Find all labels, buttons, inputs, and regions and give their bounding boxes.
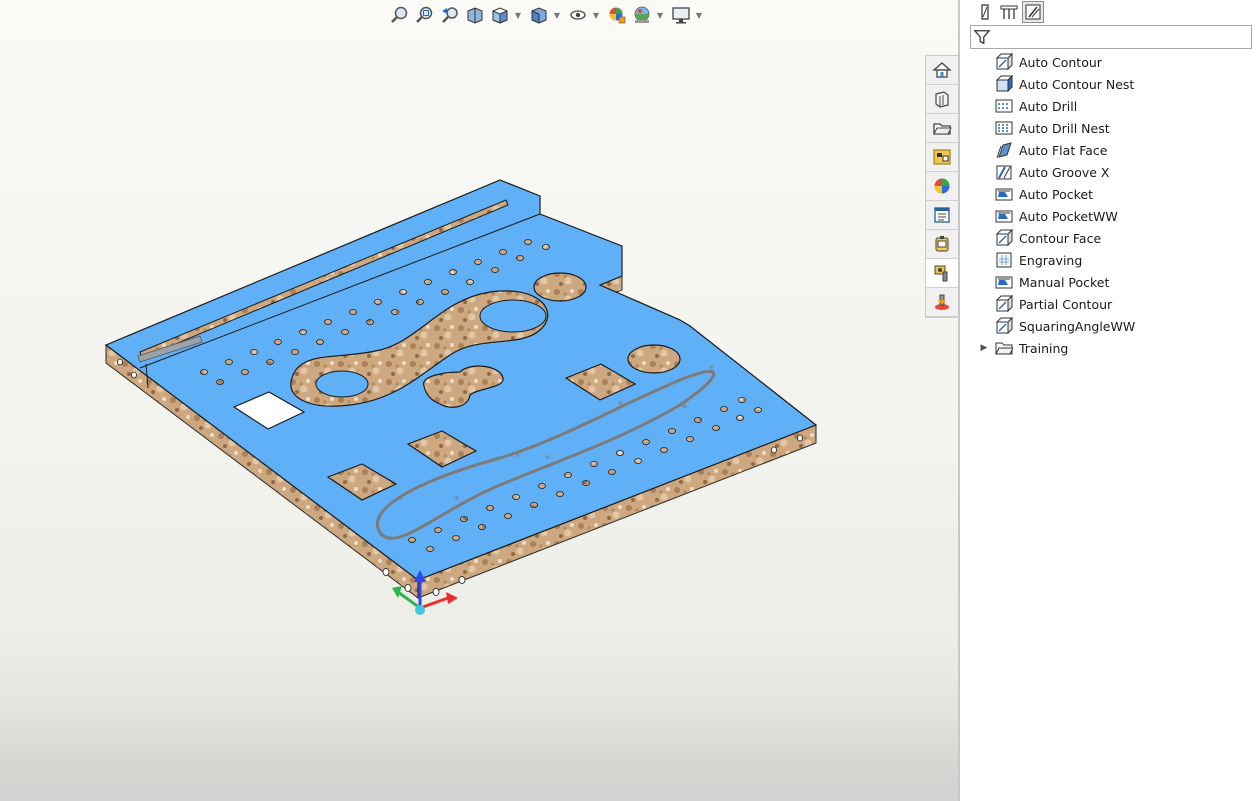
file-explorer-icon[interactable] — [926, 143, 958, 172]
contour-icon — [994, 52, 1014, 72]
contour-icon — [994, 228, 1014, 248]
contour-icon — [994, 316, 1014, 336]
feature-tree-icon[interactable] — [974, 1, 996, 23]
display-style-dropdown-icon[interactable]: ▼ — [553, 4, 561, 26]
custom-properties-icon[interactable] — [926, 201, 958, 230]
tree-item-auto-flat-face[interactable]: Auto Flat Face — [960, 139, 1259, 161]
tree-item-label: Auto Groove X — [1019, 164, 1110, 180]
tree-item-label: Partial Contour — [1019, 296, 1113, 312]
panel-tabs — [974, 1, 1046, 23]
tree-item-auto-pocket[interactable]: Auto Pocket — [960, 183, 1259, 205]
operation-tree-icon[interactable] — [998, 1, 1020, 23]
tree-item-label: Contour Face — [1019, 230, 1102, 246]
tree-item-engraving[interactable]: Engraving — [960, 249, 1259, 271]
contour-icon — [994, 294, 1014, 314]
view-settings-icon[interactable] — [670, 4, 692, 26]
tree-item-squaringangleww[interactable]: SquaringAngleWW — [960, 315, 1259, 337]
part-model[interactable]: * * * * * * * * — [0, 0, 958, 801]
filter-icon[interactable] — [971, 26, 993, 48]
cam-tools-icon[interactable] — [926, 259, 958, 288]
operation-library-tree: Auto Contour Auto Contour Nest Auto Drill A… — [960, 51, 1259, 359]
groove-icon — [994, 162, 1014, 182]
svg-text:*: * — [545, 454, 550, 465]
tree-item-label: Auto Contour Nest — [1019, 76, 1135, 92]
tree-item-training[interactable]: ▶ Training — [960, 337, 1259, 359]
filter-input[interactable] — [993, 26, 1251, 48]
heads-up-view-toolbar: ▼ ▼ ▼ ▼ ▼ — [389, 4, 709, 26]
pocket-icon — [994, 184, 1014, 204]
svg-text:*: * — [454, 495, 459, 506]
previous-view-icon[interactable] — [439, 4, 461, 26]
cam-library-icon[interactable] — [926, 230, 958, 259]
tree-item-label: Training — [1019, 340, 1069, 356]
svg-text:*: * — [709, 364, 714, 375]
tree-item-auto-drill-nest[interactable]: Auto Drill Nest — [960, 117, 1259, 139]
pocket-icon — [994, 272, 1014, 292]
tree-item-partial-contour[interactable]: Partial Contour — [960, 293, 1259, 315]
tree-item-label: Manual Pocket — [1019, 274, 1110, 290]
display-style-icon[interactable] — [528, 4, 550, 26]
tree-item-label: Auto Drill — [1019, 98, 1078, 114]
filter-field[interactable] — [970, 25, 1252, 49]
home-icon[interactable] — [926, 56, 958, 85]
folder-icon — [994, 338, 1014, 358]
apply-scene-icon[interactable] — [631, 4, 653, 26]
tree-item-label: Auto Contour — [1019, 54, 1102, 70]
resources-icon[interactable] — [926, 85, 958, 114]
zoom-to-fit-icon[interactable] — [389, 4, 411, 26]
tree-item-label: Auto PocketWW — [1019, 208, 1118, 224]
design-library-icon[interactable] — [926, 114, 958, 143]
cam-operation-library-panel: Auto Contour Auto Contour Nest Auto Drill A… — [958, 0, 1259, 801]
hide-show-dropdown-icon[interactable]: ▼ — [592, 4, 600, 26]
hide-show-items-icon[interactable] — [567, 4, 589, 26]
tree-item-label: Auto Pocket — [1019, 186, 1093, 202]
svg-text:*: * — [398, 495, 403, 506]
tree-item-label: Auto Flat Face — [1019, 142, 1108, 158]
operation-library-icon[interactable] — [1022, 1, 1044, 23]
drill-nest-icon — [994, 118, 1014, 138]
svg-text:*: * — [618, 400, 623, 411]
view-orientation-dropdown-icon[interactable]: ▼ — [514, 4, 522, 26]
tree-item-auto-groove-x[interactable]: Auto Groove X — [960, 161, 1259, 183]
tree-item-auto-pocketww[interactable]: Auto PocketWW — [960, 205, 1259, 227]
engraving-icon — [994, 250, 1014, 270]
tree-item-label: Engraving — [1019, 252, 1083, 268]
apply-scene-dropdown-icon[interactable]: ▼ — [656, 4, 664, 26]
tree-item-auto-contour-nest[interactable]: Auto Contour Nest — [960, 73, 1259, 95]
edit-appearance-icon[interactable] — [606, 4, 628, 26]
tree-item-manual-pocket[interactable]: Manual Pocket — [960, 271, 1259, 293]
flat-face-icon — [994, 140, 1014, 160]
tree-item-contour-face[interactable]: Contour Face — [960, 227, 1259, 249]
appearances-icon[interactable] — [926, 172, 958, 201]
expand-arrow-icon[interactable]: ▶ — [978, 337, 990, 359]
tree-item-auto-drill[interactable]: Auto Drill — [960, 95, 1259, 117]
tree-item-label: Auto Drill Nest — [1019, 120, 1110, 136]
pocket-icon — [994, 206, 1014, 226]
graphics-viewport[interactable]: * * * * * * * * ▼ ▼ ▼ ▼ ▼ — [0, 0, 958, 801]
svg-text:*: * — [379, 531, 384, 542]
svg-text:*: * — [515, 452, 520, 463]
view-orientation-icon[interactable] — [489, 4, 511, 26]
zoom-to-area-icon[interactable] — [414, 4, 436, 26]
tree-item-label: SquaringAngleWW — [1019, 318, 1136, 334]
svg-text:*: * — [682, 403, 687, 414]
view-settings-dropdown-icon[interactable]: ▼ — [695, 4, 703, 26]
drill-icon — [994, 96, 1014, 116]
tree-item-auto-contour[interactable]: Auto Contour — [960, 51, 1259, 73]
contour-nest-icon — [994, 74, 1014, 94]
section-view-icon[interactable] — [464, 4, 486, 26]
task-pane-tabs — [925, 55, 958, 318]
cam-operations-icon[interactable] — [926, 288, 958, 317]
